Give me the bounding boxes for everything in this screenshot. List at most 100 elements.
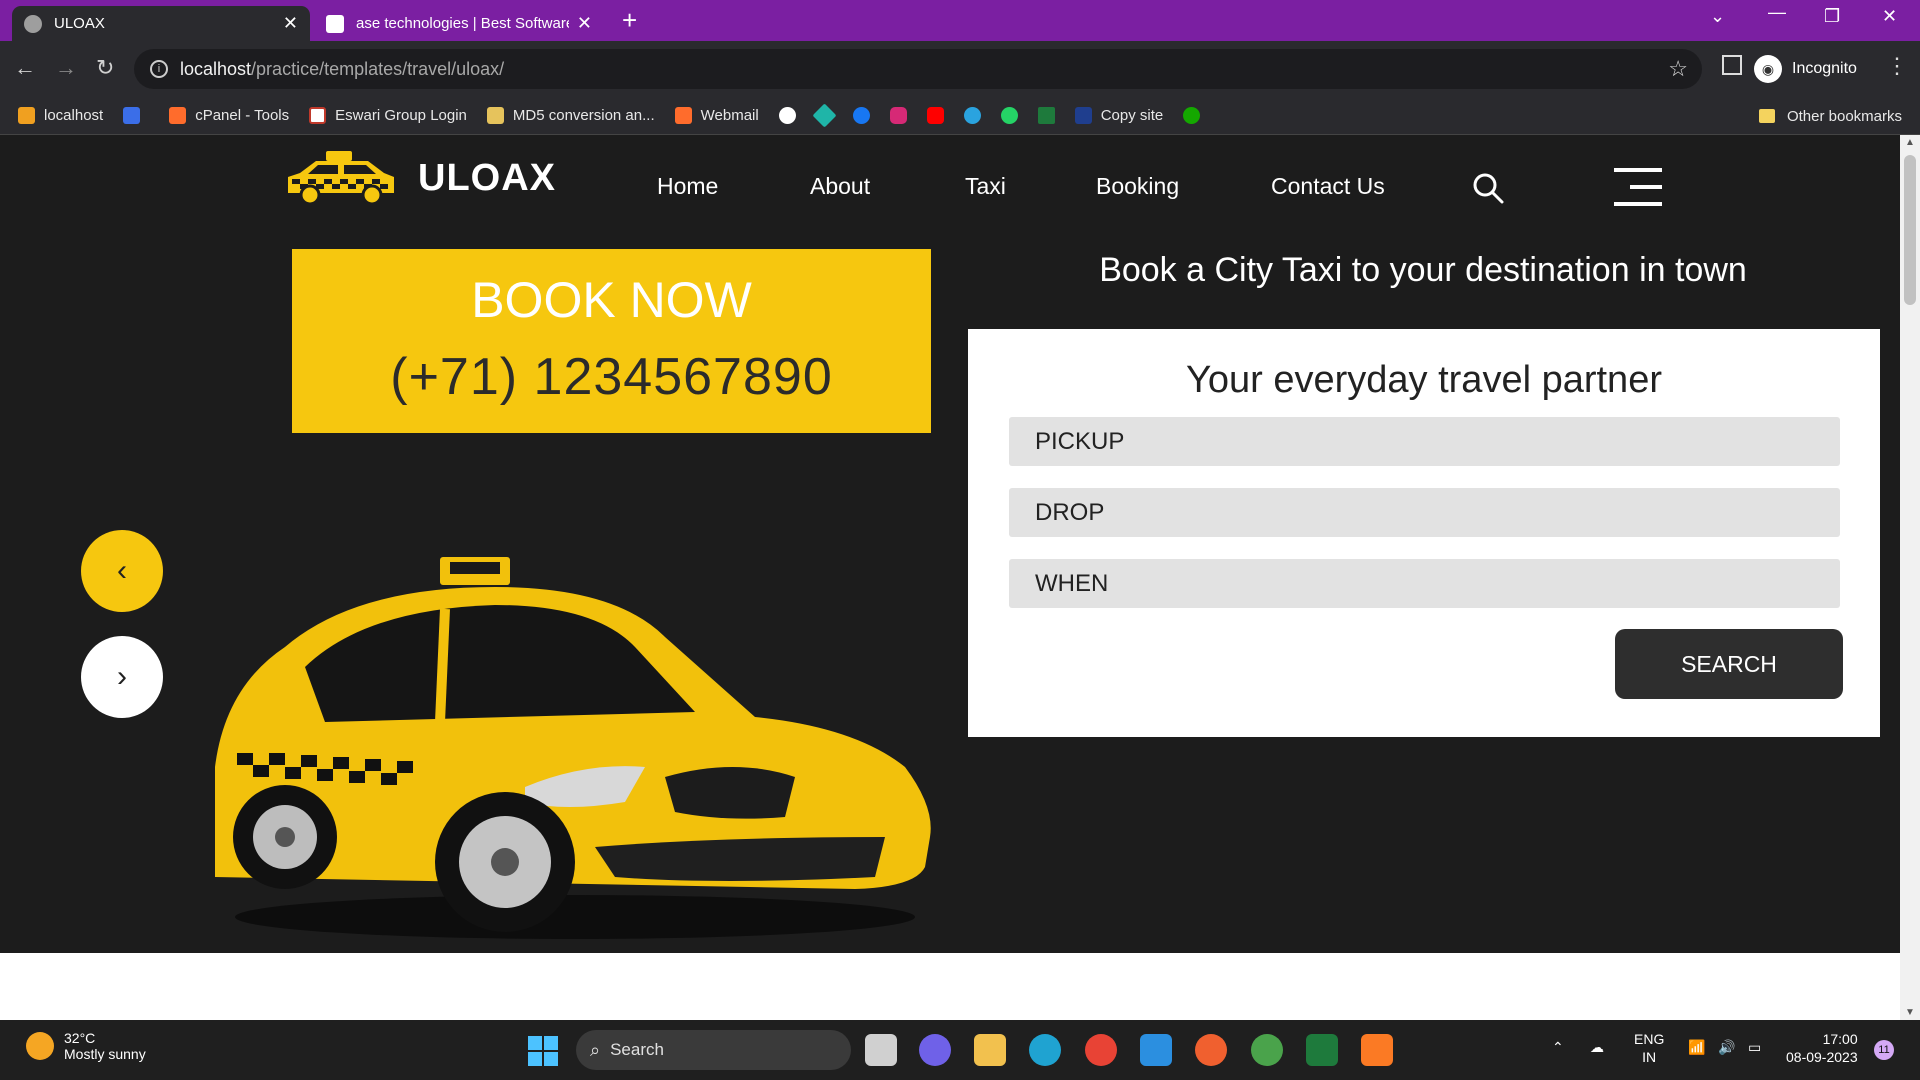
url-host: localhost xyxy=(180,58,252,79)
scroll-down-icon[interactable]: ▼ xyxy=(1905,1007,1915,1018)
globe-icon xyxy=(24,14,42,33)
task-view-icon[interactable] xyxy=(865,1034,897,1066)
url-path: /practice/templates/travel/uloax/ xyxy=(251,58,505,79)
close-window-button[interactable]: ✕ xyxy=(1882,6,1897,27)
chevron-up-icon[interactable]: ⌃ xyxy=(1552,1038,1564,1056)
language-indicator[interactable]: ENG IN xyxy=(1634,1030,1664,1066)
whatsapp-icon xyxy=(1000,107,1018,124)
address-bar[interactable]: i localhost/practice/templates/travel/ul… xyxy=(134,49,1702,89)
xampp-icon[interactable] xyxy=(1361,1034,1393,1066)
pickup-field[interactable]: PICKUP xyxy=(1009,417,1840,466)
brand-name: ULOAX xyxy=(418,156,556,199)
new-tab-button[interactable]: + xyxy=(622,6,637,34)
site-logo[interactable]: ULOAX xyxy=(282,149,556,207)
notification-badge[interactable]: 11 xyxy=(1874,1040,1894,1060)
bookmark-telegram[interactable] xyxy=(963,107,981,124)
reload-button[interactable]: ↻ xyxy=(96,55,114,81)
bookmark-github[interactable] xyxy=(778,107,796,124)
forward-button[interactable]: → xyxy=(55,55,77,81)
search-icon[interactable] xyxy=(1472,172,1504,204)
weather-widget[interactable]: 32°C Mostly sunny xyxy=(26,1030,146,1062)
chrome-profile-icon[interactable] xyxy=(1251,1034,1283,1066)
carousel-prev-button[interactable]: ‹ xyxy=(81,530,163,612)
carousel-next-button[interactable]: › xyxy=(81,636,163,718)
bookmark-whatsapp[interactable] xyxy=(1000,107,1018,124)
bookmark-instagram[interactable] xyxy=(889,107,907,124)
excel-icon[interactable] xyxy=(1306,1034,1338,1066)
vscode-icon[interactable] xyxy=(1140,1034,1172,1066)
scroll-up-icon[interactable]: ▲ xyxy=(1905,137,1915,148)
search-button[interactable]: SEARCH xyxy=(1615,629,1843,699)
tab-search-chevron-icon[interactable]: ⌄ xyxy=(1710,6,1725,27)
book-now-title: BOOK NOW xyxy=(471,272,752,328)
clock[interactable]: 17:00 08-09-2023 xyxy=(1786,1030,1858,1066)
drop-field[interactable]: DROP xyxy=(1009,488,1840,537)
bookmark-sheet[interactable] xyxy=(1037,107,1055,124)
nav-taxi[interactable]: Taxi xyxy=(965,173,1006,200)
site-info-icon[interactable]: i xyxy=(150,60,168,78)
side-panel-icon[interactable] xyxy=(1722,55,1742,75)
tab-uloax[interactable]: ULOAX ✕ xyxy=(12,6,310,41)
back-button[interactable]: ← xyxy=(14,55,36,81)
restore-button[interactable]: ❐ xyxy=(1824,6,1840,27)
scrollbar-thumb[interactable] xyxy=(1904,155,1916,305)
hero-headline: Book a City Taxi to your destination in … xyxy=(1099,251,1747,289)
bookmark-star-icon[interactable]: ☆ xyxy=(1668,56,1688,82)
bookmark-label: localhost xyxy=(44,107,104,124)
bookmark-label: Copy site xyxy=(1100,107,1164,124)
start-button[interactable] xyxy=(528,1036,558,1066)
minimize-button[interactable]: — xyxy=(1768,2,1786,23)
facebook-icon xyxy=(852,107,870,124)
nav-about[interactable]: About xyxy=(810,173,870,200)
incognito-badge[interactable]: ◉ Incognito xyxy=(1754,49,1857,89)
battery-icon[interactable]: ▭ xyxy=(1748,1038,1761,1056)
booking-form: Your everyday travel partner PICKUP DROP… xyxy=(968,329,1880,737)
bookmark-localhost[interactable]: localhost xyxy=(18,107,103,124)
github-icon xyxy=(778,107,796,124)
bookmark-label: cPanel - Tools xyxy=(195,107,290,124)
bookmark-youtube[interactable] xyxy=(926,107,944,124)
close-tab-icon[interactable]: ✕ xyxy=(577,13,592,34)
hamburger-menu-icon[interactable] xyxy=(1614,168,1662,219)
cpanel-icon xyxy=(169,107,187,124)
bookmark-cpanel[interactable]: cPanel - Tools xyxy=(169,107,289,124)
when-field[interactable]: WHEN xyxy=(1009,559,1840,608)
other-bookmarks-label: Other bookmarks xyxy=(1786,107,1902,125)
chevron-right-icon: › xyxy=(117,660,127,693)
bookmark-eswari[interactable]: Eswari Group Login xyxy=(309,107,467,124)
nav-home[interactable]: Home xyxy=(657,173,718,200)
menu-kebab-icon[interactable]: ⋮ xyxy=(1886,53,1908,79)
edge-icon[interactable] xyxy=(1029,1034,1061,1066)
bookmark-f[interactable] xyxy=(123,107,149,124)
page-viewport: ULOAX Home About Taxi Booking Contact Us… xyxy=(0,135,1900,1020)
incognito-label: Incognito xyxy=(1792,60,1857,77)
bookmark-facebook[interactable] xyxy=(852,107,870,124)
volume-icon[interactable]: 🔊 xyxy=(1718,1038,1735,1056)
wifi-icon[interactable]: 📶 xyxy=(1688,1038,1705,1056)
nav-contact-us[interactable]: Contact Us xyxy=(1271,173,1385,200)
tab-ase-technologies[interactable]: ase technologies | Best Software ✕ xyxy=(314,6,604,41)
page-scrollbar[interactable]: ▲ ▼ xyxy=(1900,135,1920,1020)
nav-booking[interactable]: Booking xyxy=(1096,173,1179,200)
diamond-icon xyxy=(812,103,837,128)
sun-cloud-icon xyxy=(26,1032,54,1060)
postman-icon[interactable] xyxy=(1195,1034,1227,1066)
bookmarks-bar: localhost cPanel - Tools Eswari Group Lo… xyxy=(0,97,1920,135)
book-now-box[interactable]: BOOK NOW (+71) 1234567890 xyxy=(292,249,931,433)
bookmark-copy-site[interactable]: Copy site xyxy=(1074,107,1164,124)
other-bookmarks[interactable]: Other bookmarks xyxy=(1758,97,1902,135)
browser-toolbar: ← → ↻ i localhost/practice/templates/tra… xyxy=(0,41,1920,97)
bookmark-webmail[interactable]: Webmail xyxy=(674,107,759,124)
onedrive-cloud-icon[interactable]: ☁ xyxy=(1590,1038,1604,1056)
file-explorer-icon[interactable] xyxy=(974,1034,1006,1066)
hero-section: ULOAX Home About Taxi Booking Contact Us… xyxy=(0,135,1900,953)
close-tab-icon[interactable]: ✕ xyxy=(283,13,298,34)
ase-favicon-icon xyxy=(326,14,344,33)
bookmark-md5[interactable]: MD5 conversion an... xyxy=(486,107,655,124)
chrome-icon[interactable] xyxy=(1085,1034,1117,1066)
bookmark-diamond[interactable] xyxy=(812,103,837,128)
teams-chat-icon[interactable] xyxy=(919,1034,951,1066)
tab-title: ase technologies | Best Software xyxy=(356,15,569,32)
bookmark-upwork[interactable] xyxy=(1183,107,1201,124)
taskbar-search[interactable]: ⌕ Search xyxy=(576,1030,851,1070)
